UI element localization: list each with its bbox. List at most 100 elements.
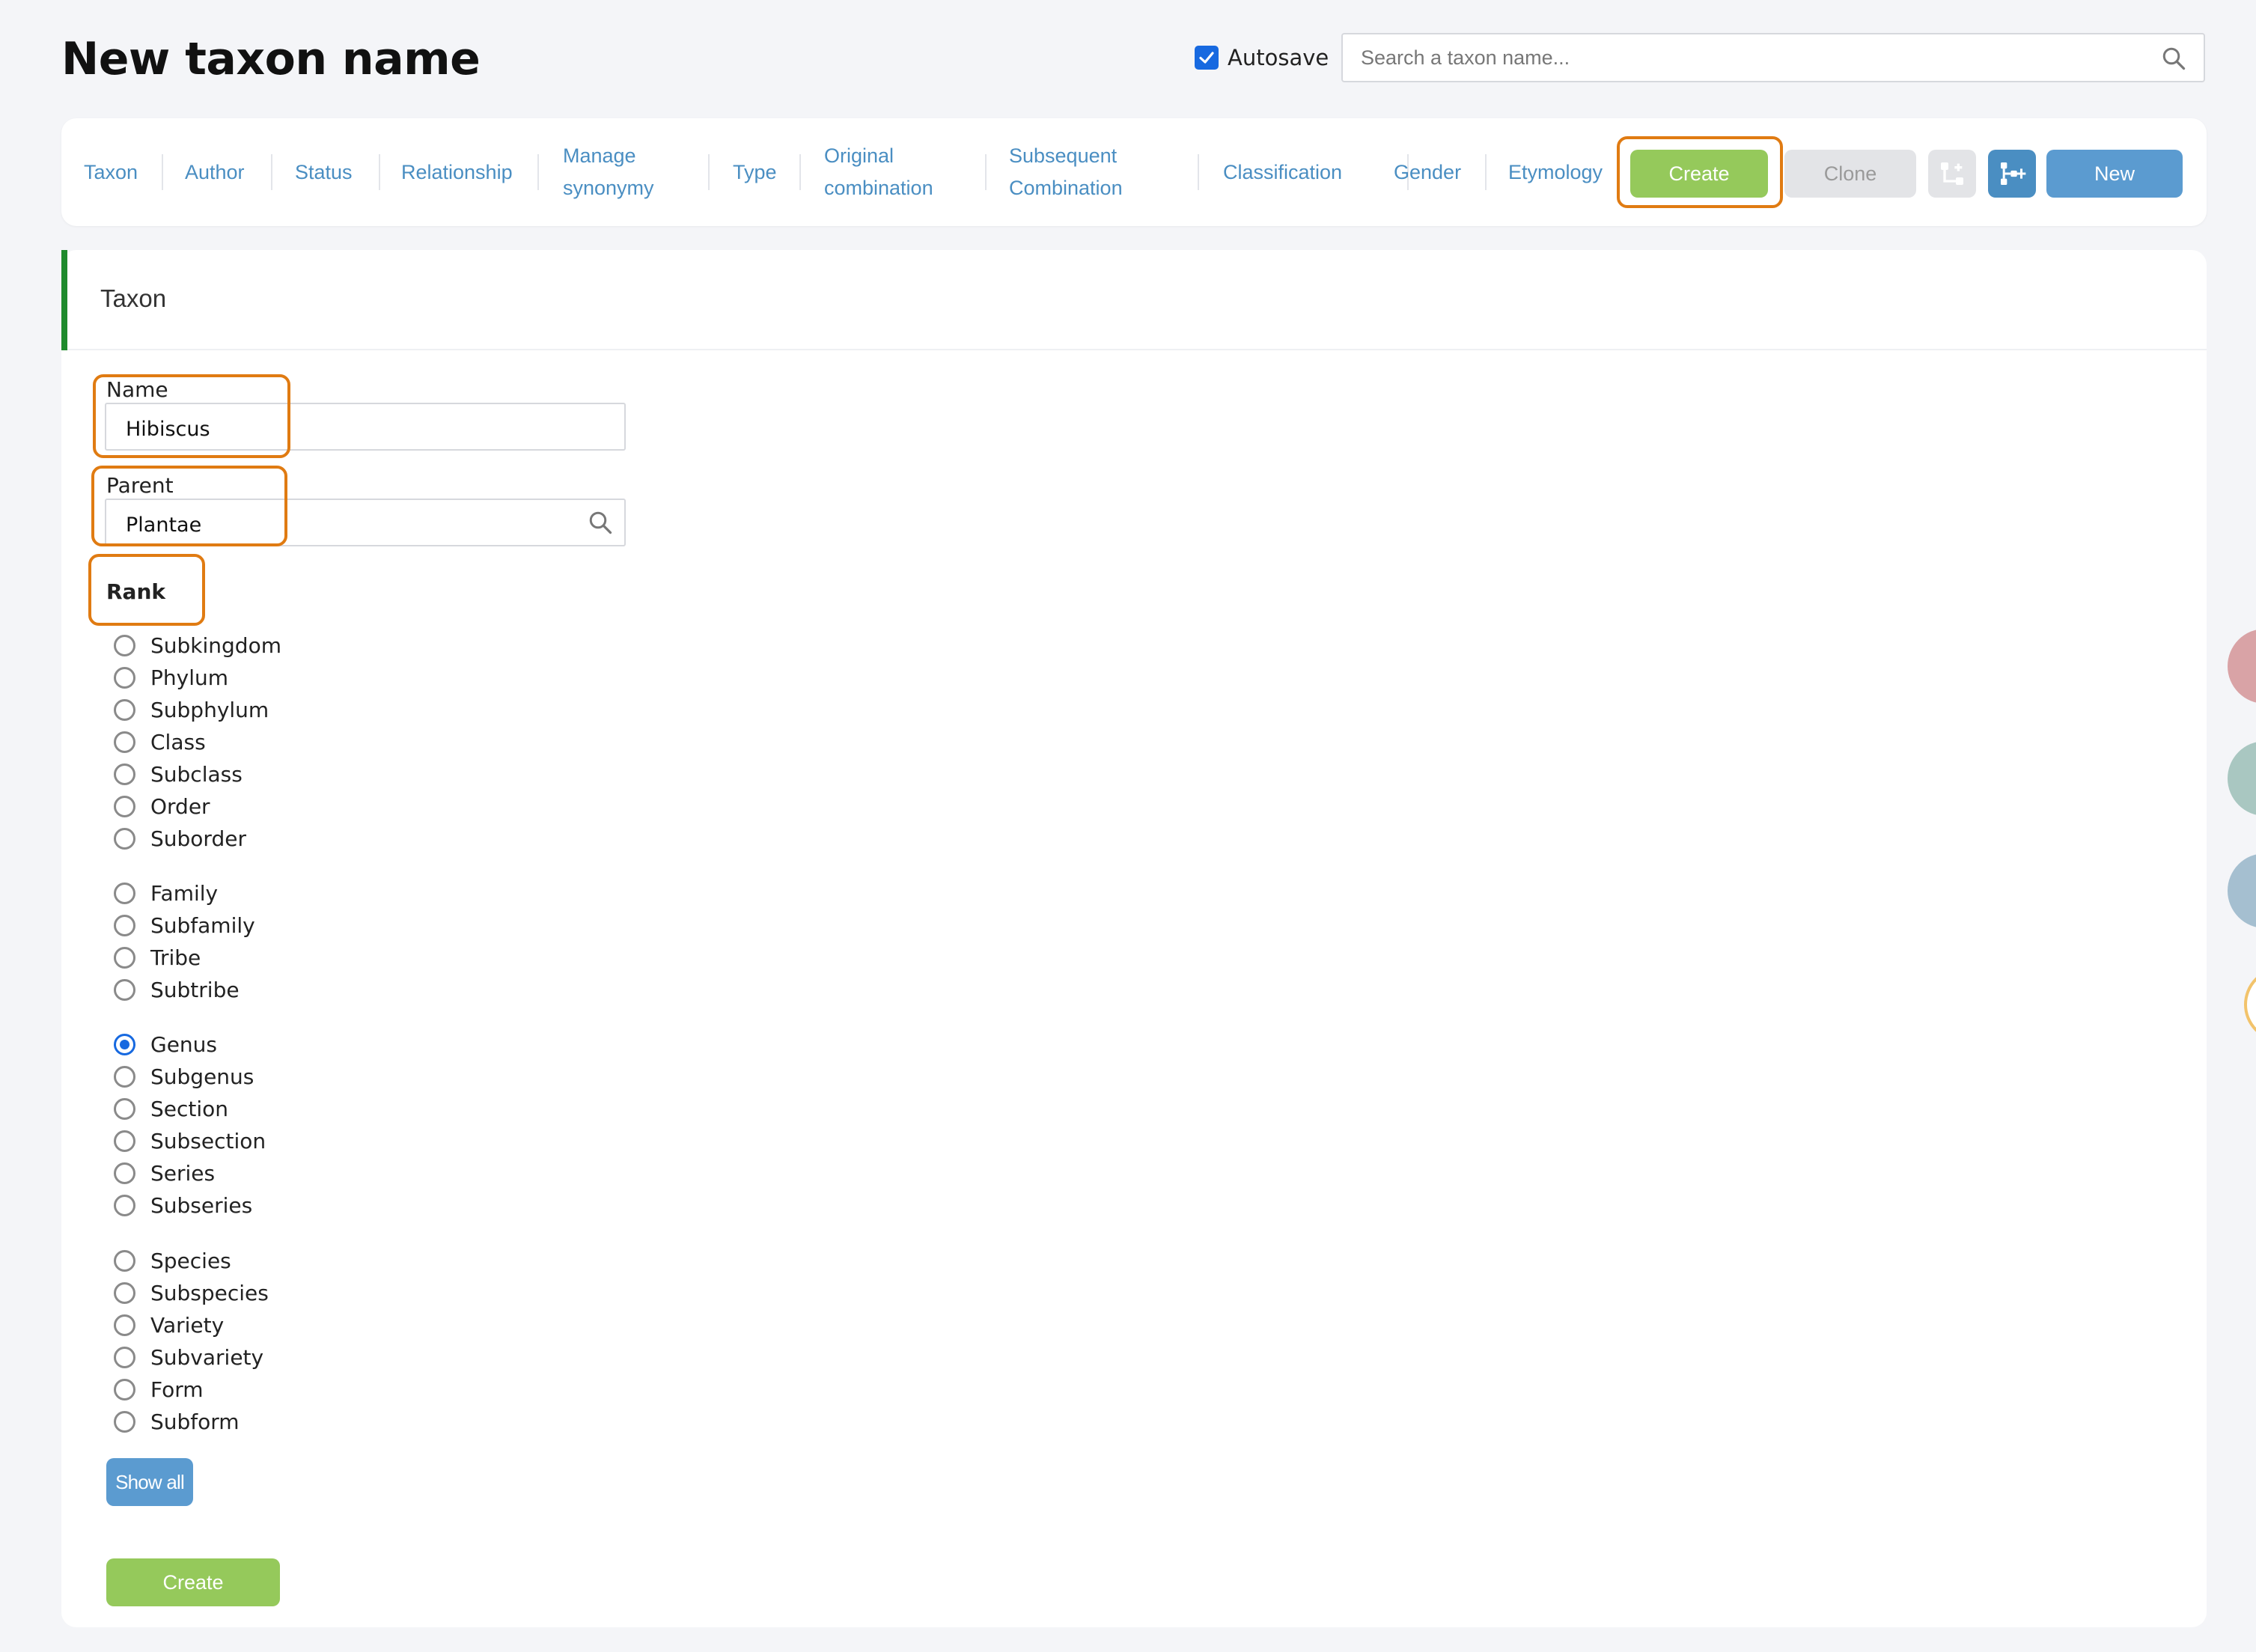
- nav-separator: [162, 154, 163, 190]
- rank-option-subvariety[interactable]: Subvariety: [114, 1342, 263, 1372]
- rank-option-label: Subphylum: [150, 697, 269, 722]
- radio-button[interactable]: [114, 1065, 135, 1088]
- nav-separator: [1198, 154, 1199, 190]
- nav-classification[interactable]: Classification: [1223, 118, 1342, 226]
- nav-label: Status: [295, 160, 353, 183]
- parent-value: Plantae: [126, 513, 202, 537]
- radio-button[interactable]: [114, 827, 135, 850]
- rank-option-subphylum[interactable]: Subphylum: [114, 695, 269, 725]
- rank-option-subform[interactable]: Subform: [114, 1406, 240, 1436]
- radio-button[interactable]: [114, 946, 135, 969]
- rank-option-subseries[interactable]: Subseries: [114, 1190, 252, 1220]
- nav-original-combination[interactable]: Original combination: [824, 118, 933, 226]
- name-field[interactable]: Hibiscus: [105, 403, 626, 451]
- radio-button[interactable]: [114, 698, 135, 721]
- radio-button[interactable]: [114, 1378, 135, 1400]
- rank-option-label: Species: [150, 1248, 231, 1273]
- create-button[interactable]: Create: [1630, 150, 1768, 198]
- radio-button[interactable]: [114, 795, 135, 817]
- nav-etymology[interactable]: Etymology: [1508, 118, 1603, 226]
- taxon-search-input[interactable]: [1361, 34, 2154, 81]
- autosave-checkbox[interactable]: [1195, 46, 1219, 70]
- rank-option-subsection[interactable]: Subsection: [114, 1126, 266, 1156]
- radio-button[interactable]: [114, 1130, 135, 1152]
- radio-button[interactable]: [114, 1162, 135, 1184]
- rank-option-subspecies[interactable]: Subspecies: [114, 1278, 269, 1308]
- nav-type[interactable]: Type: [733, 118, 777, 226]
- rank-option-label: Subgenus: [150, 1064, 254, 1089]
- parent-label: Parent: [106, 473, 174, 498]
- nav-label: Relationship: [401, 160, 513, 183]
- rank-option-tribe[interactable]: Tribe: [114, 942, 201, 972]
- rank-option-section[interactable]: Section: [114, 1094, 228, 1124]
- rank-option-label: Subform: [150, 1409, 240, 1434]
- add-child-icon: [2001, 162, 2026, 185]
- nav-label: Type: [733, 160, 777, 183]
- radio-button[interactable]: [114, 634, 135, 656]
- rank-option-subclass[interactable]: Subclass: [114, 759, 243, 789]
- radio-button-selected[interactable]: [114, 1033, 135, 1055]
- rank-option-class[interactable]: Class: [114, 727, 206, 757]
- radio-button[interactable]: [114, 1281, 135, 1304]
- taxon-panel: Taxon: [61, 250, 2207, 1627]
- search-icon[interactable]: [587, 509, 614, 536]
- rank-option-genus[interactable]: Genus: [114, 1029, 217, 1059]
- autosave-label: Autosave: [1228, 45, 1329, 70]
- rank-option-subgenus[interactable]: Subgenus: [114, 1061, 254, 1091]
- rank-option-variety[interactable]: Variety: [114, 1310, 224, 1340]
- rank-option-label: Subseries: [150, 1192, 253, 1218]
- name-value: Hibiscus: [126, 418, 210, 441]
- rank-option-phylum[interactable]: Phylum: [114, 662, 228, 692]
- rank-option-family[interactable]: Family: [114, 878, 218, 908]
- rank-option-form[interactable]: Form: [114, 1374, 204, 1404]
- radio-button[interactable]: [114, 731, 135, 753]
- radio-button[interactable]: [114, 1314, 135, 1336]
- radio-button[interactable]: [114, 1194, 135, 1216]
- nav-author[interactable]: Author: [185, 118, 245, 226]
- nav-manage-synonymy[interactable]: Manage synonymy: [563, 118, 654, 226]
- clone-button[interactable]: Clone: [1784, 150, 1916, 198]
- taxon-search[interactable]: [1341, 33, 2205, 82]
- radio-button[interactable]: [114, 1249, 135, 1272]
- rank-option-subfamily[interactable]: Subfamily: [114, 910, 255, 940]
- nav-label: Etymology: [1508, 160, 1603, 183]
- radio-button[interactable]: [114, 882, 135, 904]
- rank-option-order[interactable]: Order: [114, 791, 210, 821]
- rank-option-subkingdom[interactable]: Subkingdom: [114, 630, 281, 660]
- merge-nodes-button[interactable]: [1928, 150, 1976, 198]
- radio-button[interactable]: [114, 914, 135, 936]
- floating-action-button[interactable]: [2244, 967, 2256, 1042]
- rank-option-series[interactable]: Series: [114, 1158, 215, 1188]
- radio-button[interactable]: [114, 1097, 135, 1120]
- radio-button[interactable]: [114, 1346, 135, 1368]
- rank-option-label: Subvariety: [150, 1344, 264, 1370]
- autosave-toggle[interactable]: Autosave: [1195, 45, 1329, 70]
- search-icon[interactable]: [2160, 45, 2187, 72]
- add-child-button[interactable]: [1988, 150, 2036, 198]
- nav-label-line: combination: [824, 177, 933, 199]
- rank-option-label: Series: [150, 1160, 216, 1186]
- radio-button[interactable]: [114, 666, 135, 689]
- rank-option-suborder[interactable]: Suborder: [114, 823, 246, 853]
- floating-action-button[interactable]: [2228, 853, 2256, 928]
- radio-button[interactable]: [114, 1410, 135, 1433]
- nav-taxon[interactable]: Taxon: [84, 118, 138, 226]
- nav-gender[interactable]: Gender: [1394, 118, 1461, 226]
- floating-action-button[interactable]: [2228, 741, 2256, 816]
- rank-option-species[interactable]: Species: [114, 1246, 231, 1275]
- radio-button[interactable]: [114, 763, 135, 785]
- nav-status[interactable]: Status: [295, 118, 353, 226]
- rank-option-label: Phylum: [150, 665, 229, 690]
- nav-subsequent-combination[interactable]: Subsequent Combination: [1009, 118, 1123, 226]
- new-button[interactable]: New: [2046, 150, 2183, 198]
- create-taxon-button[interactable]: Create: [106, 1558, 280, 1606]
- show-all-button[interactable]: Show all: [106, 1458, 193, 1506]
- nav-separator: [799, 154, 801, 190]
- nav-separator: [537, 154, 539, 190]
- parent-field[interactable]: Plantae: [105, 499, 626, 546]
- floating-action-button[interactable]: [2228, 629, 2256, 704]
- rank-option-subtribe[interactable]: Subtribe: [114, 975, 240, 1005]
- rank-option-label: Subclass: [150, 761, 243, 787]
- nav-relationship[interactable]: Relationship: [401, 118, 513, 226]
- radio-button[interactable]: [114, 978, 135, 1001]
